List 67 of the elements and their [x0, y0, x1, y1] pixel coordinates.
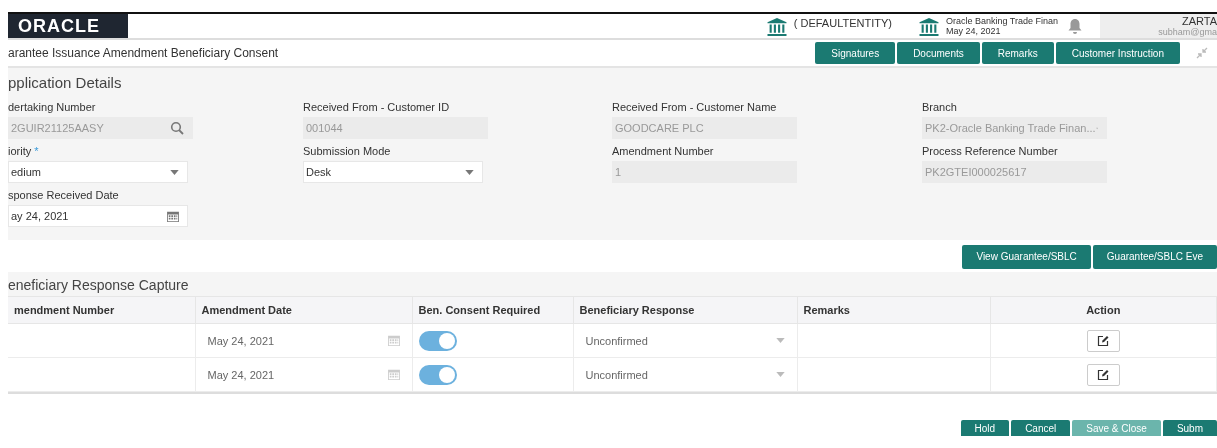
field-value: Desk [306, 166, 333, 178]
bell-icon[interactable] [1068, 18, 1082, 34]
logo: ORACLE [8, 14, 128, 38]
page-title: arantee Issuance Amendment Beneficiary Consent [8, 46, 280, 60]
field-value: 2GUIR21125AASY [11, 122, 105, 134]
entity-label: ( DEFAULTENTITY) [793, 17, 892, 29]
footer-button[interactable]: Subm [1162, 420, 1217, 436]
field-value: edium [11, 166, 42, 178]
field-label: Received From - Customer Name [612, 101, 777, 113]
field-value: 1 [615, 166, 623, 178]
caret-icon [465, 169, 474, 175]
toggle-switch[interactable] [418, 364, 457, 385]
caret-icon [775, 372, 785, 377]
toggle-switch[interactable] [418, 330, 457, 351]
user-name: ZARTA [1181, 15, 1217, 27]
user-email: subham@gma [1158, 27, 1217, 37]
section-heading: pplication Details [8, 74, 123, 91]
column-header: mendment Number [8, 296, 195, 324]
edit-button[interactable] [1086, 363, 1120, 386]
bank-icon [765, 16, 788, 36]
field-value: ay 24, 2021 [11, 210, 70, 222]
section-heading: eneficiary Response Capture [8, 276, 190, 295]
column-header: Amendment Date [195, 296, 412, 324]
calendar-icon [167, 210, 179, 222]
field-label: Submission Mode [303, 145, 391, 157]
input-field[interactable]: ay 24, 2021 [8, 205, 188, 227]
field-label: sponse Received Date [8, 189, 119, 201]
table-cell: May 24, 2021 [207, 368, 275, 381]
calendar-icon [387, 369, 400, 380]
app-date: May 24, 2021 [945, 26, 1002, 36]
toolbar-button[interactable]: Remarks [981, 42, 1054, 64]
toolbar-button[interactable]: Signatures [815, 42, 896, 64]
section-button[interactable]: View Guarantee/SBLC [962, 244, 1091, 269]
footer-button[interactable]: Hold [960, 420, 1010, 436]
field-label: Branch [922, 101, 957, 113]
user-panel[interactable]: ZARTA subham@gma [1100, 14, 1217, 38]
footer-button[interactable]: Cancel [1011, 420, 1071, 436]
table-cell: Unconfirmed [585, 334, 648, 347]
field-label: Process Reference Number [922, 145, 1058, 157]
field-value: PK2GTEI000025617 [925, 166, 1028, 178]
caret-icon [170, 169, 179, 175]
calendar-icon [387, 335, 400, 346]
collapse-icon[interactable] [1196, 47, 1208, 59]
field-value: 001044 [306, 122, 344, 134]
edit-button[interactable] [1086, 329, 1120, 352]
table-cell: May 24, 2021 [207, 334, 275, 347]
column-header: Ben. Consent Required [412, 296, 573, 324]
column-header: Beneficiary Response [573, 296, 797, 324]
dropdown-field[interactable]: Desk [303, 161, 483, 183]
toolbar-button[interactable]: Customer Instruction [1055, 42, 1180, 64]
bank-icon [917, 16, 940, 36]
field-label: iority [8, 145, 32, 157]
dropdown-field[interactable]: edium [8, 161, 188, 183]
toolbar-button[interactable]: Documents [897, 42, 980, 64]
edit-icon [1097, 334, 1110, 347]
field-label: Received From - Customer ID [303, 101, 450, 113]
column-header: Action [990, 296, 1217, 324]
edit-icon [1097, 368, 1110, 381]
table-cell: Unconfirmed [585, 368, 648, 381]
app-name: Oracle Banking Trade Finan [945, 16, 1058, 26]
field-value: GOODCARE PLC [615, 122, 705, 134]
caret-icon [775, 338, 785, 343]
field-label: dertaking Number [8, 101, 96, 113]
required-mark: * [34, 145, 39, 157]
field-label: Amendment Number [612, 145, 714, 157]
section-button[interactable]: Guarantee/SBLC Eve [1092, 244, 1217, 269]
column-header: Remarks [797, 296, 990, 324]
